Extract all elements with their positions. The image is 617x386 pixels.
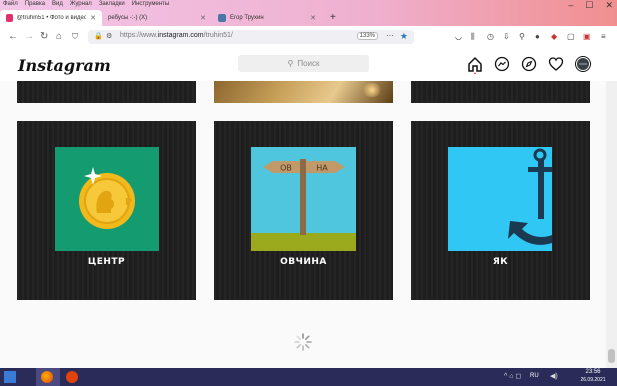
reload-icon[interactable]: ↻	[40, 31, 48, 43]
post-tile[interactable]: P ЦЕНТР	[17, 121, 196, 300]
dark-mode-icon[interactable]: ●	[535, 32, 540, 42]
post-tile-top-left[interactable]	[17, 81, 196, 103]
maximize-icon[interactable]: ☐	[585, 0, 593, 10]
permissions-icon[interactable]: ⚙	[106, 32, 112, 40]
extension-icon[interactable]: ◆	[551, 32, 557, 42]
menu-tools[interactable]: Инструменты	[132, 0, 169, 9]
new-tab-button[interactable]: +	[322, 10, 336, 26]
profile-posts-grid: P ЦЕНТР ОВ НА ОВЧИНА ЯК	[0, 81, 606, 368]
tray-icons[interactable]: ^ ⌂ ◻	[504, 372, 521, 380]
close-tab-icon[interactable]: ✕	[90, 14, 96, 22]
close-window-icon[interactable]: ✕	[605, 0, 613, 10]
url-text: https://www.instagram.com/truhin51/	[120, 32, 233, 39]
minimize-icon[interactable]: –	[568, 0, 573, 10]
search-input[interactable]: ⚲ Поиск	[238, 55, 369, 72]
home-icon[interactable]: ⌂	[56, 31, 62, 43]
activity-heart-icon[interactable]	[548, 56, 564, 72]
menu-bookmarks[interactable]: Закладки	[99, 0, 125, 9]
firefox-icon	[41, 371, 53, 383]
close-tab-icon[interactable]: ✕	[200, 14, 206, 22]
taskbar-app-icon[interactable]	[66, 371, 78, 383]
instagram-header: Instagram ⚲ Поиск	[0, 48, 617, 82]
menu-hamburger-icon[interactable]: ≡	[601, 32, 606, 42]
shield-icon[interactable]: ⛉	[72, 31, 78, 43]
tab-strip: @truhin51 • Фото и видео в In ✕ ребусы -…	[0, 10, 336, 26]
menu-file[interactable]: Файл	[3, 0, 18, 9]
navigation-bar: ← → ↻ ⌂ ⛉ 🔒 ⚙ https://www.instagram.com/…	[0, 26, 617, 49]
loading-spinner-icon	[294, 333, 312, 351]
library-icon[interactable]: ⫼	[471, 32, 475, 42]
url-domain: instagram.com	[157, 32, 204, 39]
vk-favicon-icon	[218, 14, 226, 22]
language-indicator[interactable]: RU	[530, 373, 539, 379]
menu-history[interactable]: Журнал	[70, 0, 92, 9]
sign-left-text: ОВ	[280, 164, 292, 173]
coin-picture: P	[55, 147, 159, 251]
pocket-icon[interactable]: ◡	[455, 32, 462, 42]
bookmark-star-icon[interactable]: ★	[400, 31, 408, 42]
menu-view[interactable]: Вид	[52, 0, 63, 9]
search-placeholder: Поиск	[297, 59, 320, 68]
search-ext-icon[interactable]: ⚲	[519, 32, 525, 42]
post-caption: ЦЕНТР	[87, 257, 126, 267]
clock-time[interactable]: 23:56	[578, 369, 608, 375]
sign-right-text: НА	[316, 164, 328, 173]
history-icon[interactable]: ◷	[487, 32, 494, 42]
address-bar[interactable]: 🔒 ⚙ https://www.instagram.com/truhin51/ …	[88, 30, 414, 44]
clock-date[interactable]: 26.09.2021	[578, 377, 608, 383]
taskbar-firefox-button[interactable]	[36, 368, 60, 386]
tab-vk[interactable]: Егор Трухин ✕	[212, 10, 322, 26]
start-windows-icon[interactable]	[4, 371, 16, 383]
windows-taskbar: ^ ⌂ ◻ RU ◀) 23:56 26.09.2021	[0, 368, 617, 386]
instagram-logo[interactable]: Instagram	[18, 56, 111, 75]
menu-edit[interactable]: Правка	[25, 0, 45, 9]
back-arrow-icon[interactable]: ←	[8, 31, 18, 43]
addon-icon[interactable]: ▣	[583, 32, 591, 42]
forward-arrow-icon[interactable]: →	[24, 31, 34, 43]
post-caption: ЯК	[492, 257, 509, 267]
page-actions-icon[interactable]: ⋯	[386, 31, 394, 40]
tab-rebusy[interactable]: ребусы -:-) (Х) ✕	[102, 10, 212, 26]
download-icon[interactable]: ⇩	[503, 32, 510, 42]
profile-avatar[interactable]	[575, 56, 591, 72]
screenshot-icon[interactable]: ▢	[567, 32, 575, 42]
post-tile[interactable]: ЯК	[411, 121, 590, 300]
page-scrollbar[interactable]	[606, 81, 617, 368]
home-nav-icon[interactable]	[467, 56, 483, 74]
tab-title: ребусы -:-) (Х)	[108, 15, 148, 21]
url-prefix: https://www.	[120, 32, 158, 39]
close-tab-icon[interactable]: ✕	[310, 14, 316, 22]
window-controls: – ☐ ✕	[568, 0, 613, 10]
volume-icon[interactable]: ◀)	[550, 372, 558, 380]
search-icon: ⚲	[287, 59, 294, 68]
instagram-favicon-icon	[6, 14, 13, 22]
url-path: /truhin51/	[203, 32, 233, 39]
menu-bar: Файл Правка Вид Журнал Закладки Инструме…	[0, 0, 169, 9]
zoom-level[interactable]: 133%	[356, 32, 378, 40]
scrollbar-thumb[interactable]	[608, 349, 615, 363]
tab-title: Егор Трухин	[230, 15, 264, 21]
post-tile-top-middle[interactable]	[214, 81, 393, 103]
lock-icon[interactable]: 🔒	[94, 32, 103, 40]
explore-compass-icon[interactable]	[521, 56, 537, 72]
tab-instagram[interactable]: @truhin51 • Фото и видео в In ✕	[0, 10, 102, 26]
browser-titlebar: Файл Правка Вид Журнал Закладки Инструме…	[0, 0, 617, 26]
tab-title: @truhin51 • Фото и видео в In	[16, 15, 87, 21]
signpost-picture: ОВ НА	[251, 147, 356, 251]
post-tile-top-right[interactable]	[411, 81, 590, 103]
post-tile[interactable]: ОВ НА ОВЧИНА	[214, 121, 393, 300]
svg-text:P: P	[125, 197, 132, 208]
light-glow	[361, 83, 383, 97]
anchor-picture	[448, 147, 552, 251]
post-caption: ОВЧИНА	[280, 257, 327, 267]
messenger-icon[interactable]	[494, 56, 510, 72]
